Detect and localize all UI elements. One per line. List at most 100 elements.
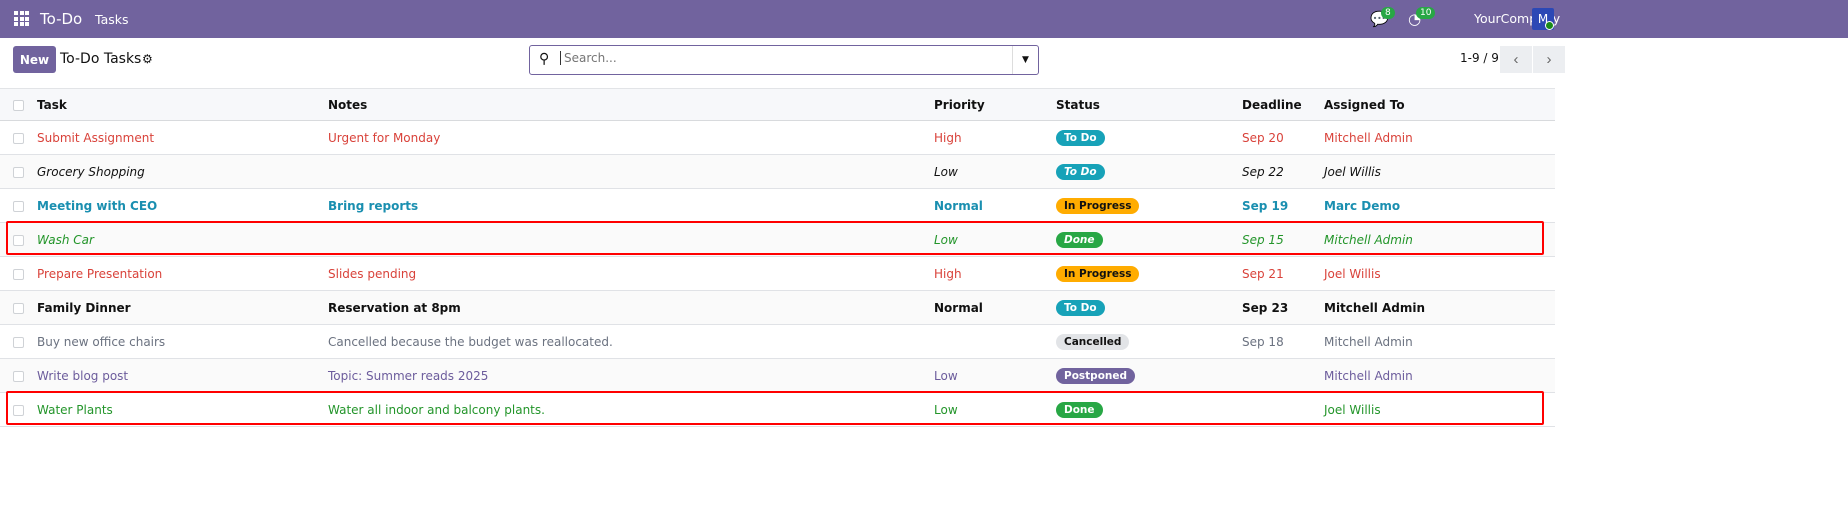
app-name[interactable]: To-Do [40, 10, 82, 28]
column-priority[interactable]: Priority [934, 88, 1056, 121]
task-deadline[interactable]: Sep 23 [1242, 290, 1324, 325]
task-name[interactable]: Prepare Presentation [37, 256, 328, 291]
task-priority[interactable]: High [934, 120, 1056, 155]
task-name[interactable]: Wash Car [37, 222, 328, 257]
status-cell[interactable]: To Do [1056, 154, 1242, 189]
task-deadline[interactable]: Sep 20 [1242, 120, 1324, 155]
status-cell[interactable]: To Do [1056, 120, 1242, 155]
task-notes[interactable] [328, 222, 934, 257]
table-row[interactable]: Family Dinner Reservation at 8pm Normal … [0, 290, 1555, 325]
select-all-checkbox[interactable] [13, 99, 24, 111]
status-badge: In Progress [1056, 197, 1140, 214]
apps-menu-icon[interactable] [14, 11, 29, 26]
search-icon: ⚲ [539, 51, 550, 67]
table-row[interactable]: Write blog post Topic: Summer reads 2025… [0, 358, 1555, 393]
task-priority[interactable] [934, 324, 1056, 359]
task-deadline[interactable]: Sep 18 [1242, 324, 1324, 359]
status-cell[interactable]: Postponed [1056, 358, 1242, 393]
table-row[interactable]: Wash Car Low Done Sep 15 Mitchell Admin [0, 222, 1555, 257]
task-name[interactable]: Family Dinner [37, 290, 328, 325]
task-notes[interactable]: Bring reports [328, 188, 934, 223]
task-priority[interactable]: Normal [934, 188, 1056, 223]
new-button[interactable]: New [13, 46, 56, 73]
search-dropdown-toggle[interactable]: ▼ [1012, 46, 1038, 74]
task-name[interactable]: Water Plants [37, 392, 328, 427]
row-checkbox[interactable] [13, 234, 24, 246]
task-notes[interactable]: Slides pending [328, 256, 934, 291]
task-assigned-to[interactable]: Mitchell Admin [1324, 120, 1555, 155]
row-checkbox[interactable] [13, 302, 24, 314]
task-deadline[interactable] [1242, 392, 1324, 427]
task-priority[interactable]: Low [934, 358, 1056, 393]
column-deadline[interactable]: Deadline [1242, 88, 1324, 121]
task-priority[interactable]: Low [934, 392, 1056, 427]
table-row[interactable]: Buy new office chairs Cancelled because … [0, 324, 1555, 359]
column-assigned-to[interactable]: Assigned To [1324, 88, 1555, 121]
task-priority[interactable]: High [934, 256, 1056, 291]
status-cell[interactable]: To Do [1056, 290, 1242, 325]
task-assigned-to[interactable]: Mitchell Admin [1324, 222, 1555, 257]
task-notes[interactable]: Cancelled because the budget was realloc… [328, 324, 934, 359]
task-notes[interactable] [328, 154, 934, 189]
status-badge: Done [1056, 231, 1103, 248]
status-cell[interactable]: In Progress [1056, 256, 1242, 291]
table-row[interactable]: Prepare Presentation Slides pending High… [0, 256, 1555, 291]
status-badge: In Progress [1056, 265, 1140, 282]
task-priority[interactable]: Low [934, 154, 1056, 189]
task-priority[interactable]: Low [934, 222, 1056, 257]
task-name[interactable]: Buy new office chairs [37, 324, 328, 359]
task-deadline[interactable]: Sep 19 [1242, 188, 1324, 223]
row-checkbox[interactable] [13, 370, 24, 382]
task-deadline[interactable]: Sep 15 [1242, 222, 1324, 257]
gear-icon[interactable]: ⚙ [142, 52, 153, 66]
row-checkbox[interactable] [13, 404, 24, 416]
task-assigned-to[interactable]: Mitchell Admin [1324, 290, 1555, 325]
table-row[interactable]: Water Plants Water all indoor and balcon… [0, 392, 1555, 427]
status-cell[interactable]: Done [1056, 222, 1242, 257]
task-assigned-to[interactable]: Joel Willis [1324, 392, 1555, 427]
status-cell[interactable]: In Progress [1056, 188, 1242, 223]
task-assigned-to[interactable]: Mitchell Admin [1324, 324, 1555, 359]
task-notes[interactable]: Topic: Summer reads 2025 [328, 358, 934, 393]
status-badge: Done [1056, 401, 1103, 418]
row-checkbox[interactable] [13, 200, 24, 212]
row-checkbox[interactable] [13, 166, 24, 178]
pager-previous-button[interactable]: ‹ [1500, 46, 1532, 73]
status-badge: Postponed [1056, 367, 1136, 384]
task-name[interactable]: Write blog post [37, 358, 328, 393]
task-priority[interactable]: Normal [934, 290, 1056, 325]
pager-next-button[interactable]: › [1533, 46, 1565, 73]
status-cell[interactable]: Done [1056, 392, 1242, 427]
table-row[interactable]: Grocery Shopping Low To Do Sep 22 Joel W… [0, 154, 1555, 189]
status-cell[interactable]: Cancelled [1056, 324, 1242, 359]
menu-tasks[interactable]: Tasks [95, 12, 129, 27]
row-checkbox[interactable] [13, 336, 24, 348]
task-deadline[interactable]: Sep 21 [1242, 256, 1324, 291]
task-deadline[interactable] [1242, 358, 1324, 393]
task-name[interactable]: Submit Assignment [37, 120, 328, 155]
task-assigned-to[interactable]: Marc Demo [1324, 188, 1555, 223]
table-row[interactable]: Meeting with CEO Bring reports Normal In… [0, 188, 1555, 223]
row-checkbox[interactable] [13, 268, 24, 280]
task-assigned-to[interactable]: Mitchell Admin [1324, 358, 1555, 393]
pager-value[interactable]: 1-9 / 9 [1460, 51, 1499, 65]
task-notes[interactable]: Water all indoor and balcony plants. [328, 392, 934, 427]
task-notes[interactable]: Urgent for Monday [328, 120, 934, 155]
column-notes[interactable]: Notes [328, 88, 934, 121]
table-row[interactable]: Submit Assignment Urgent for Monday High… [0, 120, 1555, 155]
task-assigned-to[interactable]: Joel Willis [1324, 154, 1555, 189]
column-status[interactable]: Status [1056, 88, 1242, 121]
activities-badge: 10 [1416, 7, 1436, 19]
table-header: Task Notes Priority Status Deadline Assi… [0, 88, 1555, 121]
task-assigned-to[interactable]: Joel Willis [1324, 256, 1555, 291]
row-checkbox[interactable] [13, 132, 24, 144]
task-deadline[interactable]: Sep 22 [1242, 154, 1324, 189]
task-name[interactable]: Meeting with CEO [37, 188, 328, 223]
task-notes[interactable]: Reservation at 8pm [328, 290, 934, 325]
task-name[interactable]: Grocery Shopping [37, 154, 328, 189]
page-title: To-Do Tasks [60, 51, 142, 67]
column-task[interactable]: Task [37, 88, 328, 121]
tasks-table: Task Notes Priority Status Deadline Assi… [0, 88, 1555, 427]
search-input[interactable] [560, 51, 1000, 65]
status-badge: To Do [1056, 129, 1105, 146]
